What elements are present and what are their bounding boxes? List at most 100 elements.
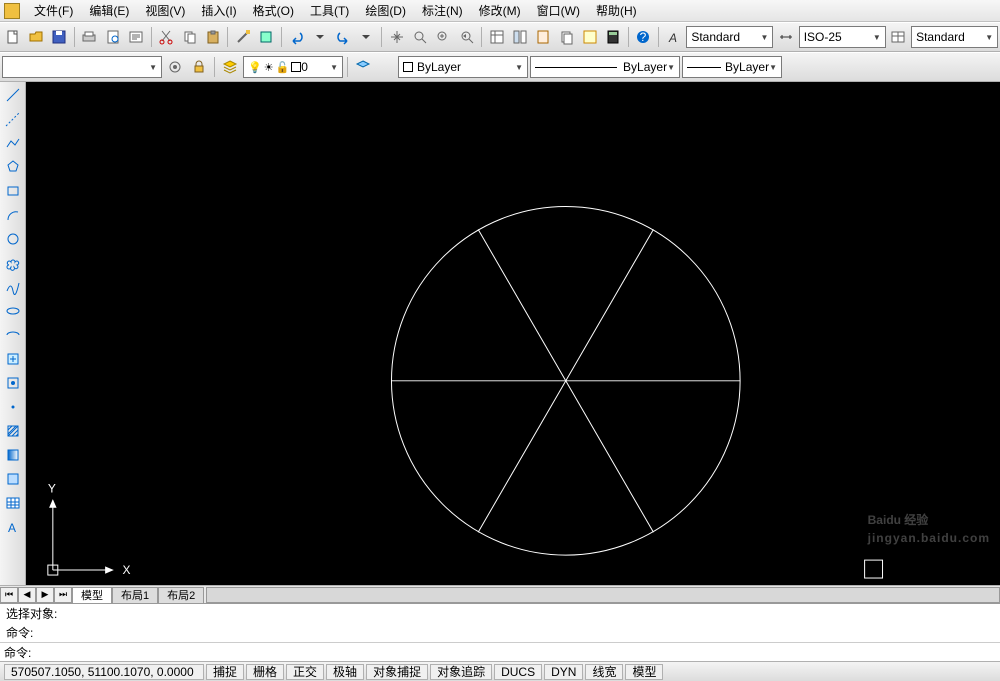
status-snap[interactable]: 捕捉 — [206, 664, 244, 680]
block-editor-icon[interactable] — [256, 26, 277, 48]
copy-icon[interactable] — [179, 26, 200, 48]
layer-state-icons: 💡 ☀ 🔓 — [248, 61, 301, 74]
text-style-icon[interactable]: A — [663, 26, 684, 48]
tab-first-icon[interactable]: ⏮ — [0, 587, 18, 603]
match-properties-icon[interactable] — [232, 26, 253, 48]
table-style-icon[interactable] — [888, 26, 909, 48]
status-ortho[interactable]: 正交 — [286, 664, 324, 680]
text-style-value: Standard — [691, 30, 740, 44]
tab-last-icon[interactable]: ⏭ — [54, 587, 72, 603]
rectangle-tool-icon[interactable] — [2, 180, 24, 202]
spline-tool-icon[interactable] — [2, 276, 24, 298]
menu-window[interactable]: 窗口(W) — [529, 2, 588, 19]
print-icon[interactable] — [79, 26, 100, 48]
layer-name: 0 — [301, 60, 308, 74]
quickcalc-icon[interactable] — [603, 26, 624, 48]
paste-icon[interactable] — [202, 26, 223, 48]
status-otrack[interactable]: 对象追踪 — [430, 664, 492, 680]
print-preview-icon[interactable] — [102, 26, 123, 48]
color-combo[interactable]: ByLayer▼ — [398, 56, 528, 78]
line-tool-icon[interactable] — [2, 84, 24, 106]
tab-layout1[interactable]: 布局1 — [112, 587, 158, 603]
circle-tool-icon[interactable] — [2, 228, 24, 250]
separator — [151, 27, 152, 47]
workspace-settings-icon[interactable] — [164, 56, 186, 78]
layer-combo[interactable]: 💡 ☀ 🔓 0 ▼ — [243, 56, 343, 78]
save-icon[interactable] — [49, 26, 70, 48]
dropdown-arrow-icon: ▼ — [330, 63, 338, 72]
layer-previous-icon[interactable] — [352, 56, 374, 78]
polyline-tool-icon[interactable] — [2, 132, 24, 154]
status-lwt[interactable]: 线宽 — [585, 664, 623, 680]
zoom-previous-icon[interactable] — [456, 26, 477, 48]
tool-palette-icon[interactable] — [533, 26, 554, 48]
new-file-icon[interactable] — [2, 26, 23, 48]
mtext-tool-icon[interactable]: A — [2, 516, 24, 538]
dim-style-icon[interactable] — [775, 26, 796, 48]
tab-layout2[interactable]: 布局2 — [158, 587, 204, 603]
region-tool-icon[interactable] — [2, 468, 24, 490]
menu-modify[interactable]: 修改(M) — [471, 2, 529, 19]
zoom-realtime-icon[interactable] — [409, 26, 430, 48]
menu-dimension[interactable]: 标注(N) — [414, 2, 471, 19]
status-bar: 570507.1050, 51100.1070, 0.0000 捕捉 栅格 正交… — [0, 661, 1000, 681]
ellipse-arc-icon[interactable] — [2, 324, 24, 346]
status-model[interactable]: 模型 — [625, 664, 663, 680]
open-file-icon[interactable] — [25, 26, 46, 48]
hatch-tool-icon[interactable] — [2, 420, 24, 442]
sheet-set-icon[interactable] — [556, 26, 577, 48]
menu-draw[interactable]: 绘图(D) — [357, 2, 414, 19]
tab-prev-icon[interactable]: ◀ — [18, 587, 36, 603]
toolbar-lock-icon[interactable] — [188, 56, 210, 78]
make-block-icon[interactable] — [2, 372, 24, 394]
workspace-combo[interactable]: ▼ — [2, 56, 162, 78]
menu-file[interactable]: 文件(F) — [26, 2, 81, 19]
tab-model[interactable]: 模型 — [72, 587, 112, 603]
layer-manager-icon[interactable] — [219, 56, 241, 78]
properties-icon[interactable] — [486, 26, 507, 48]
status-grid[interactable]: 栅格 — [246, 664, 284, 680]
ellipse-tool-icon[interactable] — [2, 300, 24, 322]
redo-icon[interactable] — [333, 26, 354, 48]
status-ducs[interactable]: DUCS — [494, 664, 542, 680]
dim-style-combo[interactable]: ISO-25▼ — [799, 26, 886, 48]
table-style-combo[interactable]: Standard▼ — [911, 26, 998, 48]
menu-edit[interactable]: 编辑(E) — [81, 2, 137, 19]
horizontal-scrollbar[interactable] — [206, 587, 1000, 603]
command-input[interactable] — [35, 643, 1000, 661]
cut-icon[interactable] — [156, 26, 177, 48]
arc-tool-icon[interactable] — [2, 204, 24, 226]
undo-icon[interactable] — [286, 26, 307, 48]
text-style-combo[interactable]: Standard▼ — [686, 26, 773, 48]
menu-view[interactable]: 视图(V) — [137, 2, 193, 19]
redo-dropdown-icon[interactable] — [356, 26, 377, 48]
linetype-combo[interactable]: ByLayer▼ — [530, 56, 680, 78]
drawing-canvas[interactable]: X Y Baidu 经验 jingyan.baidu.com — [26, 82, 1000, 585]
point-tool-icon[interactable] — [2, 396, 24, 418]
menu-tools[interactable]: 工具(T) — [302, 2, 357, 19]
design-center-icon[interactable] — [509, 26, 530, 48]
tab-next-icon[interactable]: ▶ — [36, 587, 54, 603]
undo-dropdown-icon[interactable] — [309, 26, 330, 48]
menu-help[interactable]: 帮助(H) — [588, 2, 645, 19]
status-polar[interactable]: 极轴 — [326, 664, 364, 680]
status-dyn[interactable]: DYN — [544, 664, 583, 680]
pan-icon[interactable] — [386, 26, 407, 48]
zoom-window-icon[interactable] — [433, 26, 454, 48]
insert-block-icon[interactable] — [2, 348, 24, 370]
command-window: 选择对象: 命令: 命令: — [0, 603, 1000, 661]
help-icon[interactable]: ? — [633, 26, 654, 48]
markup-icon[interactable] — [579, 26, 600, 48]
menu-insert[interactable]: 插入(I) — [193, 2, 244, 19]
axis-x-label: X — [123, 563, 131, 577]
lineweight-combo[interactable]: ByLayer▼ — [682, 56, 782, 78]
menu-format[interactable]: 格式(O) — [245, 2, 302, 19]
revision-cloud-icon[interactable] — [2, 252, 24, 274]
sun-icon: ☀ — [264, 61, 274, 74]
construction-line-icon[interactable] — [2, 108, 24, 130]
polygon-tool-icon[interactable] — [2, 156, 24, 178]
status-osnap[interactable]: 对象捕捉 — [366, 664, 428, 680]
gradient-tool-icon[interactable] — [2, 444, 24, 466]
publish-icon[interactable] — [125, 26, 146, 48]
table-tool-icon[interactable] — [2, 492, 24, 514]
